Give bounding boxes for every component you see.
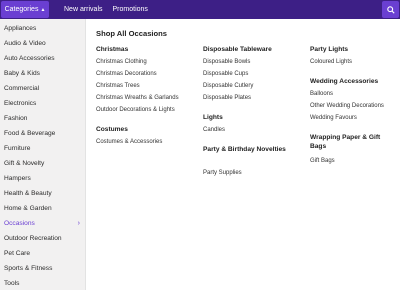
category-sidebar: Appliances Audio & Video Auto Accessories B… (0, 19, 86, 290)
sidebar-item-label: Furniture (4, 144, 31, 152)
link-outdoor-decorations-lights[interactable]: Outdoor Decorations & Lights (96, 107, 175, 113)
top-navigation-bar: Categories ▲ New arrivals Promotions (0, 0, 400, 19)
link-wedding-favours[interactable]: Wedding Favours (310, 115, 357, 121)
link-disposable-cups[interactable]: Disposable Cups (203, 71, 248, 77)
sidebar-item-label: Commercial (4, 84, 40, 92)
sidebar-item-audio-and-video[interactable]: Audio & Video (0, 36, 86, 50)
group-heading-costumes[interactable]: Costumes (96, 125, 128, 134)
sidebar-item-label: Baby & Kids (4, 69, 40, 77)
group-heading-wrapping-paper-gift-bags[interactable]: Wrapping Paper & Gift Bags (310, 133, 394, 151)
group-heading-wedding-accessories[interactable]: Wedding Accessories (310, 77, 378, 86)
sidebar-item-occasions[interactable]: Occasions › (0, 217, 86, 231)
sidebar-item-label: Gift & Novelty (4, 159, 45, 167)
sidebar-item-label: Health & Beauty (4, 190, 52, 198)
page-title: Shop All Occasions (96, 29, 168, 38)
sidebar-item-home-and-garden[interactable]: Home & Garden (0, 202, 86, 216)
sidebar-item-baby-and-kids[interactable]: Baby & Kids (0, 66, 86, 80)
categories-label: Categories (4, 6, 39, 13)
sidebar-item-commercial[interactable]: Commercial (0, 81, 86, 95)
group-heading-lights[interactable]: Lights (203, 113, 223, 122)
group-heading-party-lights[interactable]: Party Lights (310, 45, 348, 54)
sidebar-item-fashion[interactable]: Fashion (0, 111, 86, 125)
sidebar-item-label: Appliances (4, 24, 37, 32)
chevron-right-icon: › (77, 220, 80, 228)
sidebar-item-label: Occasions (4, 220, 35, 228)
link-balloons[interactable]: Balloons (310, 91, 333, 97)
sidebar-item-gift-and-novelty[interactable]: Gift & Novelty (0, 156, 86, 170)
sidebar-item-appliances[interactable]: Appliances (0, 21, 86, 35)
link-coloured-lights[interactable]: Coloured Lights (310, 59, 352, 65)
nav-link-new-arrivals[interactable]: New arrivals (64, 6, 103, 13)
sidebar-item-label: Fashion (4, 114, 28, 122)
chevron-up-icon: ▲ (40, 6, 46, 13)
sidebar-item-label: Pet Care (4, 250, 31, 258)
group-heading-party-birthday-novelties[interactable]: Party & Birthday Novelties (203, 145, 289, 154)
search-icon (386, 5, 395, 14)
link-christmas-wreaths-garlands[interactable]: Christmas Wreaths & Garlands (96, 95, 179, 101)
link-candles[interactable]: Candles (203, 127, 225, 133)
nav-link-promotions[interactable]: Promotions (113, 6, 148, 13)
mega-menu-panel: Shop All Occasions Christmas Christmas C… (86, 19, 400, 290)
group-heading-disposable-tableware[interactable]: Disposable Tableware (203, 45, 272, 54)
search-button[interactable] (382, 1, 399, 18)
link-gift-bags[interactable]: Gift Bags (310, 158, 335, 164)
link-costumes-accessories[interactable]: Costumes & Accessories (96, 139, 162, 145)
sidebar-item-label: Home & Garden (4, 205, 52, 213)
sidebar-item-sports-and-fitness[interactable]: Sports & Fitness (0, 262, 86, 276)
link-christmas-trees[interactable]: Christmas Trees (96, 83, 140, 89)
group-heading-christmas[interactable]: Christmas (96, 45, 128, 54)
link-disposable-plates[interactable]: Disposable Plates (203, 95, 251, 101)
sidebar-item-auto-accessories[interactable]: Auto Accessories (0, 51, 86, 65)
sidebar-item-electronics[interactable]: Electronics (0, 96, 86, 110)
sidebar-item-health-and-beauty[interactable]: Health & Beauty (0, 187, 86, 201)
sidebar-item-furniture[interactable]: Furniture (0, 141, 86, 155)
sidebar-item-hampers[interactable]: Hampers (0, 172, 86, 186)
sidebar-item-tools[interactable]: Tools (0, 277, 86, 290)
categories-button[interactable]: Categories ▲ (1, 1, 49, 18)
sidebar-item-label: Electronics (4, 99, 37, 107)
link-christmas-clothing[interactable]: Christmas Clothing (96, 59, 147, 65)
sidebar-item-label: Sports & Fitness (4, 265, 53, 273)
link-christmas-decorations[interactable]: Christmas Decorations (96, 71, 157, 77)
sidebar-item-label: Food & Beverage (4, 129, 56, 137)
link-party-supplies[interactable]: Party Supplies (203, 170, 242, 176)
sidebar-item-label: Outdoor Recreation (4, 235, 62, 243)
sidebar-item-food-and-beverage[interactable]: Food & Beverage (0, 126, 86, 140)
sidebar-item-label: Hampers (4, 175, 31, 182)
link-other-wedding-decorations[interactable]: Other Wedding Decorations (310, 103, 384, 109)
link-disposable-bowls[interactable]: Disposable Bowls (203, 59, 250, 65)
sidebar-item-label: Audio & Video (4, 39, 46, 47)
link-disposable-cutlery[interactable]: Disposable Cutlery (203, 83, 253, 89)
sidebar-item-label: Auto Accessories (4, 54, 55, 62)
sidebar-item-pet-care[interactable]: Pet Care (0, 247, 86, 261)
sidebar-item-label: Tools (4, 280, 20, 288)
sidebar-item-outdoor-recreation[interactable]: Outdoor Recreation (0, 232, 86, 246)
